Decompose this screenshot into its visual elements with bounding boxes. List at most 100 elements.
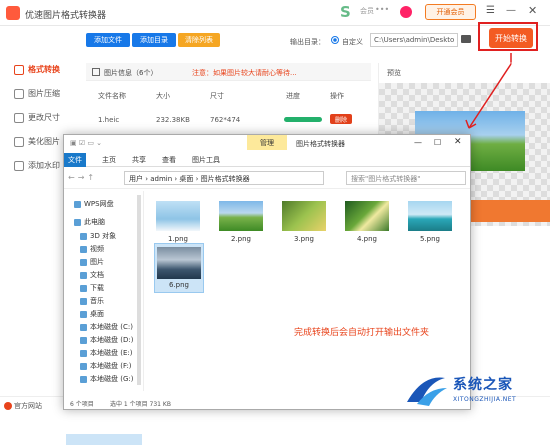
drive-icon (80, 323, 87, 331)
watermark-name: 系统之家 (453, 377, 513, 393)
col-name: 文件名称 (98, 92, 126, 100)
output-dir-label: 输出目录： (290, 38, 325, 46)
nav-item-wps[interactable]: WPS网盘 (74, 199, 114, 209)
clear-list-button[interactable]: 清除列表 (178, 33, 220, 47)
toolbar: 添加文件 添加目录 清除列表 输出目录： 自定义 C:\Users\admin\… (86, 31, 546, 51)
navigation-pane: WPS网盘 此电脑 3D 对象 视频 图片 文档 下载 音乐 桌面 本地磁盘 (… (64, 191, 144, 445)
brand-s-icon: S (340, 3, 351, 21)
nav-item-documents[interactable]: 文档 (80, 270, 104, 280)
file-thumb-1[interactable] (156, 201, 200, 231)
progress-bar (284, 117, 322, 122)
drive-icon (80, 362, 87, 370)
app-logo-icon (6, 6, 20, 20)
convert-icon (14, 64, 24, 75)
file-list-header: 图片信息（6个） 注意：如果图片较大请耐心等待... (86, 63, 371, 81)
row-dimension: 762*474 (210, 116, 241, 124)
nav-selection (66, 434, 142, 445)
file-label-5: 5.png (419, 235, 440, 243)
tab-picture-tools[interactable]: 图片工具 (192, 155, 220, 165)
nav-item-downloads[interactable]: 下载 (80, 283, 104, 293)
sidebar-item-resize[interactable]: 更改尺寸 (14, 112, 60, 123)
more-icon[interactable]: ••• (375, 5, 389, 14)
nav-item-drive-c[interactable]: 本地磁盘 (C:) (80, 322, 133, 332)
add-file-button[interactable]: 添加文件 (86, 33, 130, 47)
output-path-field[interactable]: C:\Users\admin\Deskto (370, 33, 458, 47)
manage-tab[interactable]: 管理 (247, 135, 287, 150)
search-input[interactable]: 搜索"图片格式转换器" (346, 171, 466, 185)
explorer-minimize-icon[interactable]: — (414, 138, 422, 147)
nav-item-drive-d[interactable]: 本地磁盘 (D:) (80, 335, 133, 345)
nav-item-drive-e[interactable]: 本地磁盘 (E:) (80, 348, 132, 358)
watermark-logo-icon (407, 377, 447, 406)
file-label-4: 4.png (356, 235, 377, 243)
user-avatar-icon[interactable] (400, 6, 412, 18)
sidebar-item-watermark[interactable]: 添加水印 (14, 160, 60, 171)
website-link[interactable]: 官方网站 (14, 401, 42, 411)
watermark: 系统之家 XITONGZHIJIA.NET (395, 366, 545, 414)
drive-icon (80, 349, 87, 357)
desktop-icon (80, 310, 87, 318)
add-folder-button[interactable]: 添加目录 (132, 33, 176, 47)
col-size: 大小 (156, 92, 170, 100)
tab-view[interactable]: 查看 (162, 155, 176, 165)
address-bar[interactable]: 用户 › admin › 桌面 › 图片格式转换器 (124, 171, 324, 185)
status-count: 6 个项目 (70, 401, 94, 408)
member-label: 会员 (360, 7, 374, 15)
delete-button[interactable]: 删除 (330, 114, 352, 124)
custom-radio[interactable] (331, 36, 339, 44)
nav-item-desktop[interactable]: 桌面 (80, 309, 104, 319)
cloud-icon (74, 200, 81, 208)
tab-home[interactable]: 主页 (102, 155, 116, 165)
file-list-title: 图片信息（6个） (104, 69, 158, 77)
minimize-icon[interactable]: — (506, 5, 516, 16)
col-dimension: 尺寸 (210, 92, 224, 100)
nav-item-video[interactable]: 视频 (80, 244, 104, 254)
nav-item-pictures[interactable]: 图片 (80, 257, 104, 267)
file-thumb-4[interactable] (345, 201, 389, 231)
picture-icon (80, 258, 87, 266)
menu-icon[interactable]: ☰ (486, 5, 495, 16)
file-list-panel: 图片信息（6个） 注意：如果图片较大请耐心等待... 文件名称 大小 尺寸 进度… (86, 63, 371, 133)
title-bar: 优速图片格式转换器 S 会员 ••• 开通会员 ☰ — ✕ (0, 0, 550, 26)
nav-item-3d[interactable]: 3D 对象 (80, 231, 116, 241)
address-row: ←→↑ 用户 › admin › 桌面 › 图片格式转换器 搜索"图片格式转换器… (64, 167, 470, 189)
nav-item-drive-f[interactable]: 本地磁盘 (F:) (80, 361, 132, 371)
tab-share[interactable]: 共享 (132, 155, 146, 165)
nav-item-this-pc[interactable]: 此电脑 (74, 217, 105, 227)
file-label-3: 3.png (293, 235, 314, 243)
nav-scrollbar[interactable] (137, 195, 141, 385)
3d-icon (80, 232, 87, 240)
explorer-title: 图片格式转换器 (296, 140, 345, 148)
close-icon[interactable]: ✕ (528, 4, 537, 17)
explorer-close-icon[interactable]: ✕ (454, 137, 462, 147)
app-window: 优速图片格式转换器 S 会员 ••• 开通会员 ☰ — ✕ 格式转换 图片压缩 … (0, 0, 550, 445)
status-selected: 选中 1 个项目 731 KB (110, 401, 171, 408)
folder-icon[interactable] (461, 35, 471, 43)
sidebar-item-compress[interactable]: 图片压缩 (14, 88, 60, 99)
compress-icon (14, 88, 24, 99)
app-title: 优速图片格式转换器 (25, 11, 107, 21)
file-thumb-3[interactable] (282, 201, 326, 231)
explorer-maximize-icon[interactable]: ☐ (434, 138, 441, 147)
file-grid: 1.png 2.png 3.png 4.png 5.png 6.png 完成转换… (146, 191, 466, 391)
pc-icon (74, 218, 81, 226)
image-info-icon (92, 68, 100, 76)
sidebar-item-format-convert[interactable]: 格式转换 (14, 64, 60, 75)
ribbon-tabs: 文件 主页 共享 查看 图片工具 (64, 153, 470, 167)
download-icon (80, 284, 87, 292)
nav-item-drive-g[interactable]: 本地磁盘 (G:) (80, 374, 133, 384)
music-icon (80, 297, 87, 305)
file-thumb-6[interactable] (157, 247, 201, 279)
preview-title: 预览 (387, 69, 401, 77)
file-thumb-2[interactable] (219, 201, 263, 231)
tab-file[interactable]: 文件 (64, 153, 86, 167)
drive-icon (80, 375, 87, 383)
sidebar-item-beautify[interactable]: 美化图片 (14, 136, 60, 147)
vip-button[interactable]: 开通会员 (425, 4, 476, 20)
file-thumb-5[interactable] (408, 201, 452, 231)
nav-arrows-icon[interactable]: ←→↑ (68, 173, 97, 182)
file-list-note: 注意：如果图片较大请耐心等待... (192, 69, 297, 77)
quick-access-icons[interactable]: ▣ ☑ ▭ ⌄ (70, 139, 102, 147)
nav-item-music[interactable]: 音乐 (80, 296, 104, 306)
col-progress: 进度 (286, 92, 300, 100)
